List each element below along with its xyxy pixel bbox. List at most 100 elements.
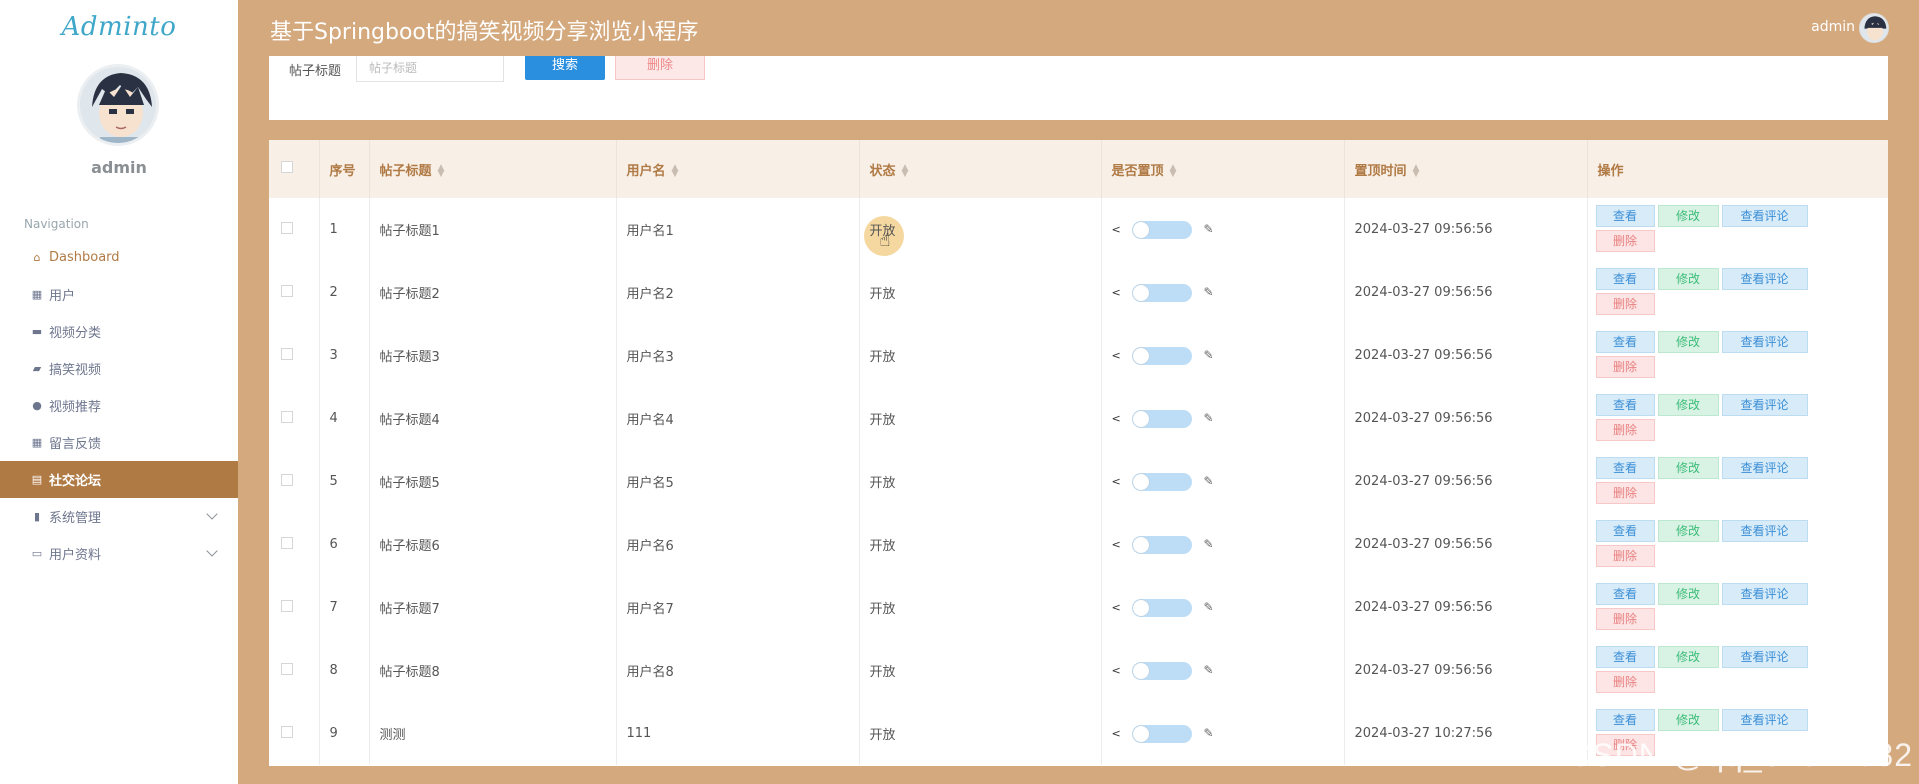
cell-index: 4	[319, 387, 370, 450]
view-comments-button[interactable]: 查看评论	[1721, 268, 1808, 290]
sidebar-item-video-recommend[interactable]: ● 视频推荐	[0, 387, 238, 424]
pencil-icon[interactable]: ✎	[1204, 411, 1214, 425]
edit-button[interactable]: 修改	[1657, 709, 1719, 731]
view-button[interactable]: 查看	[1595, 520, 1655, 542]
delete-button[interactable]: 删除	[1595, 608, 1655, 630]
top-toggle[interactable]	[1131, 598, 1192, 617]
pencil-icon[interactable]: ✎	[1204, 348, 1214, 362]
header-username[interactable]: admin	[1811, 19, 1855, 35]
sort-icon[interactable]: ▲ ▼	[902, 164, 909, 179]
view-button[interactable]: 查看	[1595, 205, 1655, 227]
col-status[interactable]: 状态 ▲ ▼	[859, 140, 1102, 198]
edit-button[interactable]: 修改	[1657, 646, 1719, 668]
row-checkbox[interactable]	[281, 662, 293, 675]
sort-icon[interactable]: ▲ ▼	[672, 164, 679, 179]
view-button[interactable]: 查看	[1595, 646, 1655, 668]
sidebar-item-profile[interactable]: ▭ 用户资料	[0, 535, 238, 572]
share-icon: <	[1111, 538, 1121, 551]
top-toggle[interactable]	[1131, 220, 1192, 239]
col-username-label: 用户名	[626, 163, 666, 179]
header-avatar[interactable]	[1859, 13, 1889, 43]
edit-button[interactable]: 修改	[1657, 268, 1719, 290]
col-is-top[interactable]: 是否置顶 ▲ ▼	[1101, 140, 1345, 198]
delete-button[interactable]: 删除	[1595, 419, 1655, 441]
delete-button[interactable]: 删除	[1595, 356, 1655, 378]
nav-section-title: Navigation	[24, 217, 89, 231]
view-button[interactable]: 查看	[1595, 268, 1655, 290]
view-button[interactable]: 查看	[1595, 331, 1655, 353]
sidebar-item-forum[interactable]: ▤ 社交论坛	[0, 461, 238, 498]
cell-username: 用户名5	[616, 450, 860, 513]
edit-button[interactable]: 修改	[1657, 331, 1719, 353]
view-comments-button[interactable]: 查看评论	[1721, 331, 1808, 353]
cell-status: 开放	[859, 387, 1102, 450]
row-checkbox[interactable]	[281, 473, 293, 486]
search-panel: 帖子标题 帖子标题 搜索 删除	[269, 56, 1888, 120]
sidebar-item-video-category[interactable]: ▬ 视频分类	[0, 313, 238, 350]
bulk-delete-button[interactable]: 删除	[615, 56, 705, 80]
pencil-icon[interactable]: ✎	[1204, 474, 1214, 488]
delete-button[interactable]: 删除	[1595, 293, 1655, 315]
delete-button[interactable]: 删除	[1595, 482, 1655, 504]
top-toggle[interactable]	[1131, 472, 1192, 491]
pencil-icon[interactable]: ✎	[1204, 726, 1214, 740]
sidebar-item-funny-videos[interactable]: ▰ 搞笑视频	[0, 350, 238, 387]
top-toggle[interactable]	[1131, 661, 1192, 680]
pencil-icon[interactable]: ✎	[1204, 537, 1214, 551]
sidebar-item-dashboard[interactable]: ⌂ Dashboard	[0, 239, 238, 276]
sidebar-item-feedback[interactable]: ▦ 留言反馈	[0, 424, 238, 461]
search-input[interactable]: 帖子标题	[356, 56, 504, 82]
row-checkbox[interactable]	[281, 410, 293, 423]
edit-button[interactable]: 修改	[1657, 583, 1719, 605]
delete-button[interactable]: 删除	[1595, 545, 1655, 567]
cell-status: 开放	[859, 450, 1102, 513]
top-toggle[interactable]	[1131, 283, 1192, 302]
view-button[interactable]: 查看	[1595, 709, 1655, 731]
app-logo[interactable]: Adminto	[0, 12, 238, 42]
view-comments-button[interactable]: 查看评论	[1721, 583, 1808, 605]
top-toggle[interactable]	[1131, 409, 1192, 428]
col-username[interactable]: 用户名 ▲ ▼	[616, 140, 860, 198]
view-comments-button[interactable]: 查看评论	[1721, 709, 1808, 731]
sort-icon[interactable]: ▲ ▼	[1413, 164, 1420, 179]
edit-button[interactable]: 修改	[1657, 394, 1719, 416]
row-checkbox[interactable]	[281, 347, 293, 360]
edit-button[interactable]: 修改	[1657, 205, 1719, 227]
cell-title: 帖子标题3	[369, 324, 617, 387]
view-button[interactable]: 查看	[1595, 457, 1655, 479]
top-toggle[interactable]	[1131, 724, 1192, 743]
row-checkbox[interactable]	[281, 725, 293, 738]
top-toggle[interactable]	[1131, 346, 1192, 365]
pencil-icon[interactable]: ✎	[1204, 663, 1214, 677]
search-button[interactable]: 搜索	[525, 56, 605, 80]
cell-is-top: < ✎	[1101, 324, 1345, 387]
view-comments-button[interactable]: 查看评论	[1721, 646, 1808, 668]
sidebar-item-system[interactable]: ▮ 系统管理	[0, 498, 238, 535]
col-top-time[interactable]: 置顶时间 ▲ ▼	[1344, 140, 1588, 198]
select-all-checkbox[interactable]	[281, 161, 293, 173]
view-button[interactable]: 查看	[1595, 394, 1655, 416]
table-row: 7 帖子标题7 用户名7 开放 < ✎ 2024-03-27 09:56:56 查看 修改 查看评…	[269, 576, 1888, 639]
pencil-icon[interactable]: ✎	[1204, 600, 1214, 614]
top-toggle[interactable]	[1131, 535, 1192, 554]
pencil-icon[interactable]: ✎	[1204, 285, 1214, 299]
edit-button[interactable]: 修改	[1657, 520, 1719, 542]
delete-button[interactable]: 删除	[1595, 230, 1655, 252]
sort-icon[interactable]: ▲ ▼	[438, 164, 445, 179]
col-title[interactable]: 帖子标题 ▲ ▼	[369, 140, 617, 198]
view-comments-button[interactable]: 查看评论	[1721, 457, 1808, 479]
table-row: 4 帖子标题4 用户名4 开放 < ✎ 2024-03-27 09:56:56 查看 修改 查看评…	[269, 387, 1888, 450]
row-checkbox[interactable]	[281, 221, 293, 234]
view-comments-button[interactable]: 查看评论	[1721, 394, 1808, 416]
delete-button[interactable]: 删除	[1595, 671, 1655, 693]
row-checkbox[interactable]	[281, 599, 293, 612]
edit-button[interactable]: 修改	[1657, 457, 1719, 479]
sidebar-item-users[interactable]: ▦ 用户	[0, 276, 238, 313]
view-comments-button[interactable]: 查看评论	[1721, 205, 1808, 227]
pencil-icon[interactable]: ✎	[1204, 222, 1214, 236]
view-comments-button[interactable]: 查看评论	[1721, 520, 1808, 542]
row-checkbox[interactable]	[281, 284, 293, 297]
view-button[interactable]: 查看	[1595, 583, 1655, 605]
sort-icon[interactable]: ▲ ▼	[1170, 164, 1177, 179]
row-checkbox[interactable]	[281, 536, 293, 549]
